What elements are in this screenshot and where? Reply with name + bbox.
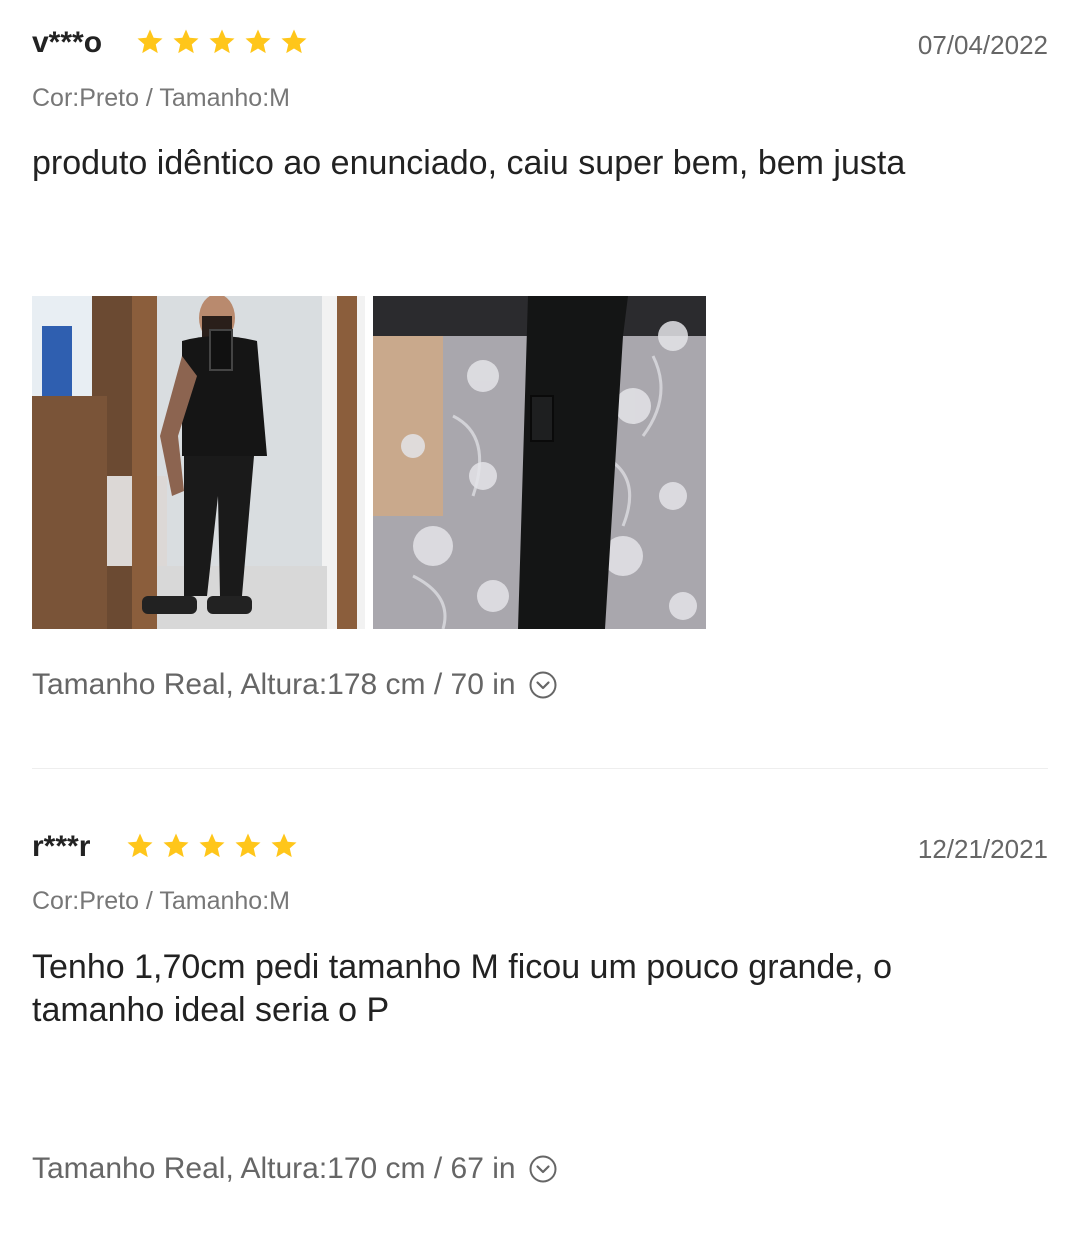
- star-rating: [135, 27, 309, 57]
- review-divider: [32, 768, 1048, 769]
- star-icon: [271, 833, 297, 858]
- fit-info[interactable]: Tamanho Real, Altura:178 cm / 70 in: [32, 668, 558, 702]
- star-icon: [281, 29, 307, 54]
- review-card: v***o 07/04/2022 Cor:Preto / Tamanho:M p…: [32, 22, 1048, 742]
- star-icon: [163, 833, 189, 858]
- star-icon: [137, 29, 163, 54]
- review-date: 12/21/2021: [917, 834, 1048, 864]
- review-photo-pants-on-bed[interactable]: [373, 296, 706, 629]
- star-icon: [245, 29, 271, 54]
- star-icon: [173, 29, 199, 54]
- reviewer-name: v***o: [32, 26, 103, 59]
- review-text: Tenho 1,70cm pedi tamanho M ficou um pou…: [32, 948, 892, 1029]
- review-header: r***r 12/21/2021: [32, 826, 1048, 874]
- chevron-down-icon[interactable]: [528, 1154, 558, 1184]
- review-header: v***o 07/04/2022: [32, 22, 1048, 70]
- review-date: 07/04/2022: [917, 30, 1048, 60]
- fit-info-label: Tamanho Real, Altura:170 cm / 67 in: [32, 1152, 516, 1185]
- review-photos: [32, 296, 706, 629]
- chevron-down-icon[interactable]: [528, 670, 558, 700]
- star-icon: [235, 833, 261, 858]
- fit-info[interactable]: Tamanho Real, Altura:170 cm / 67 in: [32, 1152, 558, 1186]
- star-icon: [127, 833, 153, 858]
- sku-info: Cor:Preto / Tamanho:M: [32, 84, 290, 112]
- reviewer-name: r***r: [32, 830, 91, 863]
- star-rating: [125, 831, 299, 861]
- review-card: r***r 12/21/2021 Cor:Preto / Tamanho:M T…: [32, 826, 1048, 1226]
- star-icon: [209, 29, 235, 54]
- sku-info: Cor:Preto / Tamanho:M: [32, 887, 290, 915]
- review-photo-mirror-selfie[interactable]: [32, 296, 365, 629]
- star-icon: [199, 833, 225, 858]
- fit-info-label: Tamanho Real, Altura:178 cm / 70 in: [32, 668, 516, 701]
- review-text: produto idêntico ao enunciado, caiu supe…: [32, 144, 906, 182]
